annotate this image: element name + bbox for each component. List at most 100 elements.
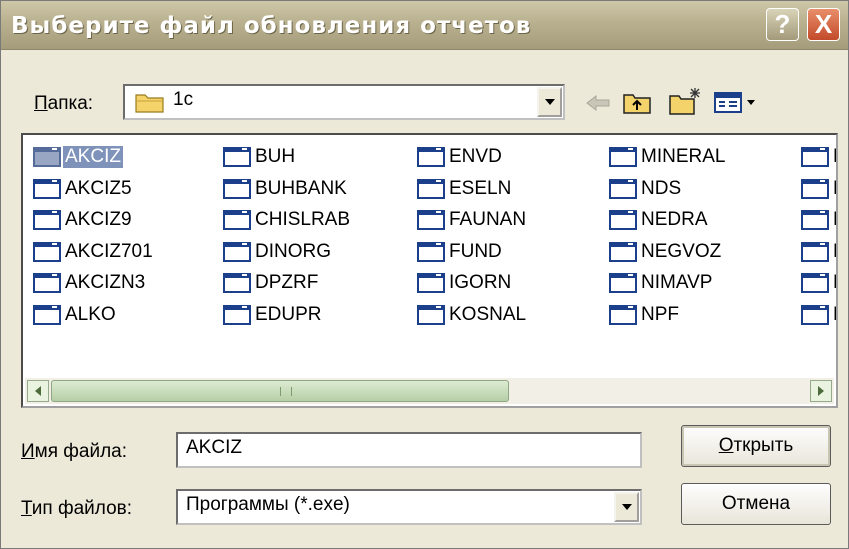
file-item[interactable]: P <box>801 271 836 295</box>
file-item-label: ALKO <box>65 303 116 325</box>
program-file-icon <box>609 304 637 325</box>
file-item[interactable]: BUH <box>223 145 297 169</box>
file-item-label: NEGVOZ <box>641 240 722 262</box>
file-item[interactable]: NIMAVP <box>609 271 714 295</box>
file-item-label: NDS <box>641 177 682 199</box>
program-file-icon <box>417 304 445 325</box>
folder-icon <box>135 94 164 113</box>
cancel-button[interactable]: Отмена <box>681 483 831 525</box>
program-file-icon <box>223 304 251 325</box>
file-item[interactable]: P <box>801 240 836 264</box>
file-item-label: NIMAVP <box>641 272 713 293</box>
open-button[interactable]: Открыть <box>681 425 831 467</box>
program-file-icon <box>801 304 829 325</box>
filetype-select[interactable]: Программы (*.exe) <box>176 489 642 525</box>
dialog-title: Выберите файл обновления отчетов <box>11 13 532 39</box>
file-item-label: EDUPR <box>255 303 322 325</box>
new-folder-icon[interactable] <box>667 85 703 117</box>
program-file-icon <box>223 241 251 262</box>
file-item-label: ENVD <box>449 146 502 167</box>
file-item[interactable]: KOSNAL <box>417 303 528 327</box>
program-file-icon <box>33 178 61 199</box>
file-item[interactable]: NEDRA <box>609 208 710 232</box>
file-item[interactable]: FUND <box>417 240 504 264</box>
horizontal-scrollbar[interactable] <box>25 378 834 404</box>
program-file-icon <box>801 273 829 293</box>
program-file-icon <box>417 273 445 293</box>
view-menu-icon[interactable] <box>713 87 759 117</box>
program-file-icon <box>801 178 829 199</box>
program-file-icon <box>417 147 445 167</box>
program-file-icon <box>33 210 61 230</box>
program-file-icon <box>609 178 637 199</box>
file-item[interactable]: NDS <box>609 177 683 201</box>
file-item[interactable]: NPF <box>609 303 681 327</box>
file-item[interactable]: ENVD <box>417 145 504 169</box>
file-item-label: FAUNAN <box>449 209 527 230</box>
filetype-dropdown-button[interactable] <box>614 492 639 522</box>
file-open-dialog: Выберите файл обновления отчетов ? X Пап… <box>0 0 849 549</box>
file-item[interactable]: P <box>801 145 836 169</box>
program-file-icon <box>417 210 445 230</box>
file-item[interactable]: NEGVOZ <box>609 240 723 264</box>
file-list[interactable]: AKCIZ AKCIZ5 AKCIZ9 AKCIZ701 AKCIZN3 ALKO BUH B… <box>21 133 838 408</box>
file-item[interactable]: IGORN <box>417 271 513 295</box>
file-item-label: CHISLRAB <box>255 209 351 230</box>
file-item[interactable]: DINORG <box>223 240 333 264</box>
file-item[interactable]: EDUPR <box>223 303 324 327</box>
file-item-label: IGORN <box>449 272 512 293</box>
file-item-label: P <box>831 272 836 294</box>
close-button[interactable]: X <box>807 8 840 41</box>
file-item-label: AKCIZ <box>63 146 123 168</box>
scrollbar-thumb[interactable] <box>51 380 509 402</box>
program-file-icon <box>801 241 829 262</box>
file-item-label: BUH <box>255 146 296 167</box>
chevron-left-icon <box>35 386 41 396</box>
file-item[interactable]: DPZRF <box>223 271 320 295</box>
file-item[interactable]: AKCIZ <box>33 145 123 169</box>
file-item-label: FUND <box>449 240 502 262</box>
file-item-label: P <box>831 178 836 200</box>
folder-combobox[interactable]: 1с <box>123 84 565 120</box>
file-item-label: AKCIZN3 <box>65 272 146 293</box>
file-item[interactable]: CHISLRAB <box>223 208 352 232</box>
chevron-down-icon <box>544 99 555 105</box>
scrollbar-grip <box>280 387 292 396</box>
file-item[interactable]: FAUNAN <box>417 208 528 232</box>
program-file-icon <box>417 241 445 262</box>
file-item-label: MINERAL <box>641 146 726 167</box>
file-item[interactable]: AKCIZ5 <box>33 177 134 201</box>
up-folder-icon[interactable] <box>621 87 653 117</box>
file-item-label: DPZRF <box>255 272 319 293</box>
file-item[interactable]: AKCIZ9 <box>33 208 134 232</box>
file-item[interactable]: P <box>801 303 836 327</box>
chevron-down-icon <box>621 504 632 510</box>
chevron-right-icon <box>818 386 824 396</box>
filename-input[interactable]: AKCIZ <box>176 432 642 468</box>
scroll-right-button[interactable] <box>810 380 832 402</box>
file-item-label: KOSNAL <box>449 303 527 325</box>
file-item[interactable]: ALKO <box>33 303 118 327</box>
file-item[interactable]: MINERAL <box>609 145 727 169</box>
file-item-label: AKCIZ701 <box>65 240 153 262</box>
program-file-icon <box>801 147 829 167</box>
file-item-label: AKCIZ9 <box>65 209 132 230</box>
folder-dropdown-button[interactable] <box>537 87 562 117</box>
title-bar[interactable]: Выберите файл обновления отчетов ? X <box>1 1 848 50</box>
file-item-label: DINORG <box>255 240 331 262</box>
help-button[interactable]: ? <box>766 8 799 41</box>
program-file-icon <box>33 241 61 262</box>
back-arrow-icon[interactable] <box>583 89 613 117</box>
file-item[interactable]: P <box>801 208 836 232</box>
file-item[interactable]: AKCIZN3 <box>33 271 147 295</box>
file-item[interactable]: P <box>801 177 836 201</box>
file-item[interactable]: AKCIZ701 <box>33 240 155 264</box>
file-item[interactable]: BUHBANK <box>223 177 349 201</box>
folder-value: 1с <box>173 89 194 110</box>
program-file-icon <box>33 147 61 167</box>
program-file-icon <box>609 241 637 262</box>
program-file-icon <box>417 178 445 199</box>
file-item-label: BUHBANK <box>255 177 347 199</box>
scroll-left-button[interactable] <box>27 380 49 402</box>
file-item[interactable]: ESELN <box>417 177 513 201</box>
